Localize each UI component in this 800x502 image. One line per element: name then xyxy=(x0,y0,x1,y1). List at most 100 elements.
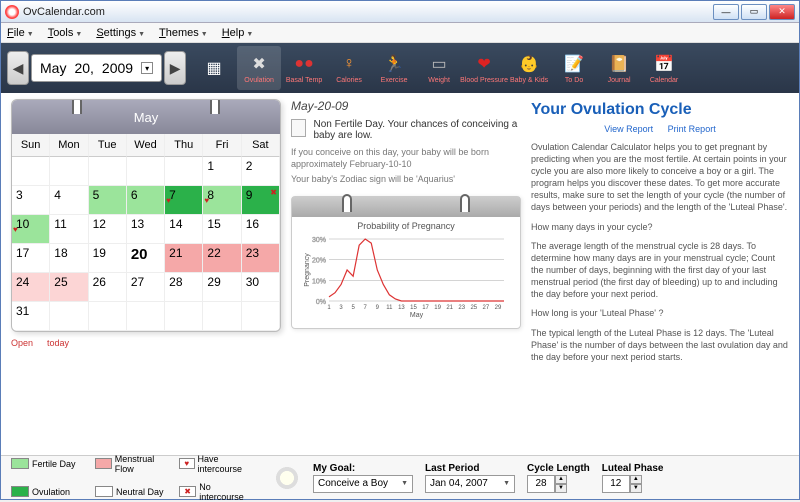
calendar-cell[interactable]: 2 xyxy=(242,157,280,186)
menu-tools[interactable]: Tools▼ xyxy=(48,27,83,39)
goal-select[interactable]: Conceive a Boy▼ xyxy=(313,475,413,493)
calendar-cell[interactable]: 5 xyxy=(89,186,127,215)
prev-button[interactable]: ◀ xyxy=(7,51,29,85)
calendar-cell[interactable]: 30 xyxy=(242,273,280,302)
conception-note: If you conceive on this day, your baby w… xyxy=(291,147,521,170)
calendar-cell[interactable]: 17 xyxy=(12,244,50,273)
calendar-cell[interactable]: 22 xyxy=(203,244,241,273)
calendar-cell[interactable]: 15 xyxy=(203,215,241,244)
svg-text:27: 27 xyxy=(483,305,490,311)
dow-header: Thu xyxy=(165,134,203,157)
cycle-length-spinner[interactable]: 28 ▲▼ xyxy=(527,475,590,493)
svg-text:7: 7 xyxy=(364,305,368,311)
menu-settings[interactable]: Settings▼ xyxy=(96,27,145,39)
calendar-cell xyxy=(89,157,127,186)
calendar-icon[interactable]: 📅Calendar xyxy=(642,46,686,90)
menu-help[interactable]: Help▼ xyxy=(222,27,254,39)
calendar-cell[interactable]: 16 xyxy=(242,215,280,244)
calendar-cell[interactable]: 14 xyxy=(165,215,203,244)
calendar-cell[interactable]: 11 xyxy=(50,215,88,244)
exercise-icon[interactable]: 🏃Exercise xyxy=(372,46,416,90)
calendar-cell[interactable]: 26 xyxy=(89,273,127,302)
date-year: 2009 xyxy=(102,60,133,76)
calendar-cell xyxy=(50,302,88,331)
calendar-cell[interactable]: 19 xyxy=(89,244,127,273)
calendar-cell[interactable]: ♥7 xyxy=(165,186,203,215)
calendar-cell xyxy=(12,157,50,186)
legend-item: Ovulation xyxy=(11,486,87,497)
calendar-cell[interactable]: 24 xyxy=(12,273,50,302)
date-dropdown-icon[interactable]: ▾ xyxy=(141,62,153,74)
calendar-cell xyxy=(127,157,165,186)
view-report-link[interactable]: View Report xyxy=(604,124,653,134)
legend-item: ✖No intercourse xyxy=(179,482,255,502)
blood-pressure-icon[interactable]: ❤Blood Pressure xyxy=(462,46,506,90)
goal-label: My Goal: xyxy=(313,463,413,474)
calendar-cell[interactable]: 25 xyxy=(50,273,88,302)
date-picker[interactable]: May 20, 2009 ▾ xyxy=(31,54,162,82)
calendar-cell[interactable]: ♥10 xyxy=(12,215,50,244)
calendar-cell[interactable]: 31 xyxy=(12,302,50,331)
calendar-cell[interactable]: 3 xyxy=(12,186,50,215)
date-month: May xyxy=(40,60,66,76)
last-period-select[interactable]: Jan 04, 2007▼ xyxy=(425,475,515,493)
calendar-cell[interactable]: 4 xyxy=(50,186,88,215)
calendar-cell[interactable]: 28 xyxy=(165,273,203,302)
print-report-link[interactable]: Print Report xyxy=(668,124,716,134)
spin-up-icon[interactable]: ▲ xyxy=(555,475,567,484)
svg-text:23: 23 xyxy=(458,305,465,311)
calendar-mini-icon[interactable]: ▦ xyxy=(192,46,236,90)
zodiac-note: Your baby's Zodiac sign will be 'Aquariu… xyxy=(291,174,521,186)
close-button[interactable]: ✕ xyxy=(769,4,795,20)
info-paragraph: The average length of the menstrual cycl… xyxy=(531,240,789,301)
open-link[interactable]: Open xyxy=(11,338,33,348)
calories-icon[interactable]: ♀Calories xyxy=(327,46,371,90)
calendar-cell[interactable]: 21 xyxy=(165,244,203,273)
svg-text:10%: 10% xyxy=(312,278,326,285)
ovulation-icon[interactable]: ✖Ovulation xyxy=(237,46,281,90)
spin-down-icon[interactable]: ▼ xyxy=(630,484,642,493)
dow-header: Fri xyxy=(203,134,241,157)
menu-themes[interactable]: Themes▼ xyxy=(159,27,208,39)
calendar-cell[interactable]: 20 xyxy=(127,244,165,273)
titlebar: OvCalendar.com — ▭ ✕ xyxy=(1,1,799,23)
chart-title: Probability of Pregnancy xyxy=(298,221,514,231)
basal-temp-icon[interactable]: ●●Basal Temp xyxy=(282,46,326,90)
calendar-cell[interactable]: 6 xyxy=(127,186,165,215)
calendar-cell[interactable]: 23 xyxy=(242,244,280,273)
baby-kids-icon[interactable]: 👶Baby & Kids xyxy=(507,46,551,90)
calendar-cell[interactable]: 1 xyxy=(203,157,241,186)
window-title: OvCalendar.com xyxy=(23,6,713,18)
calendar-cell[interactable]: 18 xyxy=(50,244,88,273)
maximize-button[interactable]: ▭ xyxy=(741,4,767,20)
dow-header: Sat xyxy=(242,134,280,157)
calendar-cell[interactable]: 9✖ xyxy=(242,186,280,215)
luteal-phase-spinner[interactable]: 12 ▲▼ xyxy=(602,475,664,493)
date-day: 20, xyxy=(74,60,93,76)
status-swatch xyxy=(291,119,306,137)
spin-up-icon[interactable]: ▲ xyxy=(630,475,642,484)
calendar-card: May SunMonTueWedThuFriSat123456♥7♥89✖♥10… xyxy=(11,99,281,332)
todo-icon[interactable]: 📝To Do xyxy=(552,46,596,90)
minimize-button[interactable]: — xyxy=(713,4,739,20)
app-window: OvCalendar.com — ▭ ✕ File▼ Tools▼ Settings… xyxy=(0,0,800,500)
menu-file[interactable]: File▼ xyxy=(7,27,34,39)
weight-icon[interactable]: ▭Weight xyxy=(417,46,461,90)
next-button[interactable]: ▶ xyxy=(164,51,186,85)
chevron-down-icon: ▼ xyxy=(401,480,408,487)
calendar-cell[interactable]: 13 xyxy=(127,215,165,244)
calendar-cell[interactable]: 29 xyxy=(203,273,241,302)
today-link[interactable]: today xyxy=(47,338,69,348)
svg-text:17: 17 xyxy=(422,305,429,311)
calendar-cell[interactable]: 27 xyxy=(127,273,165,302)
last-period-label: Last Period xyxy=(425,463,515,474)
chevron-down-icon: ▼ xyxy=(503,480,510,487)
legend-item: Menstrual Flow xyxy=(95,454,171,474)
journal-icon[interactable]: 📔Journal xyxy=(597,46,641,90)
calendar-cell[interactable]: 12 xyxy=(89,215,127,244)
svg-text:13: 13 xyxy=(398,305,405,311)
calendar-cell[interactable]: ♥8 xyxy=(203,186,241,215)
svg-text:0%: 0% xyxy=(316,299,326,306)
spin-down-icon[interactable]: ▼ xyxy=(555,484,567,493)
binder-ring-icon xyxy=(210,99,220,114)
